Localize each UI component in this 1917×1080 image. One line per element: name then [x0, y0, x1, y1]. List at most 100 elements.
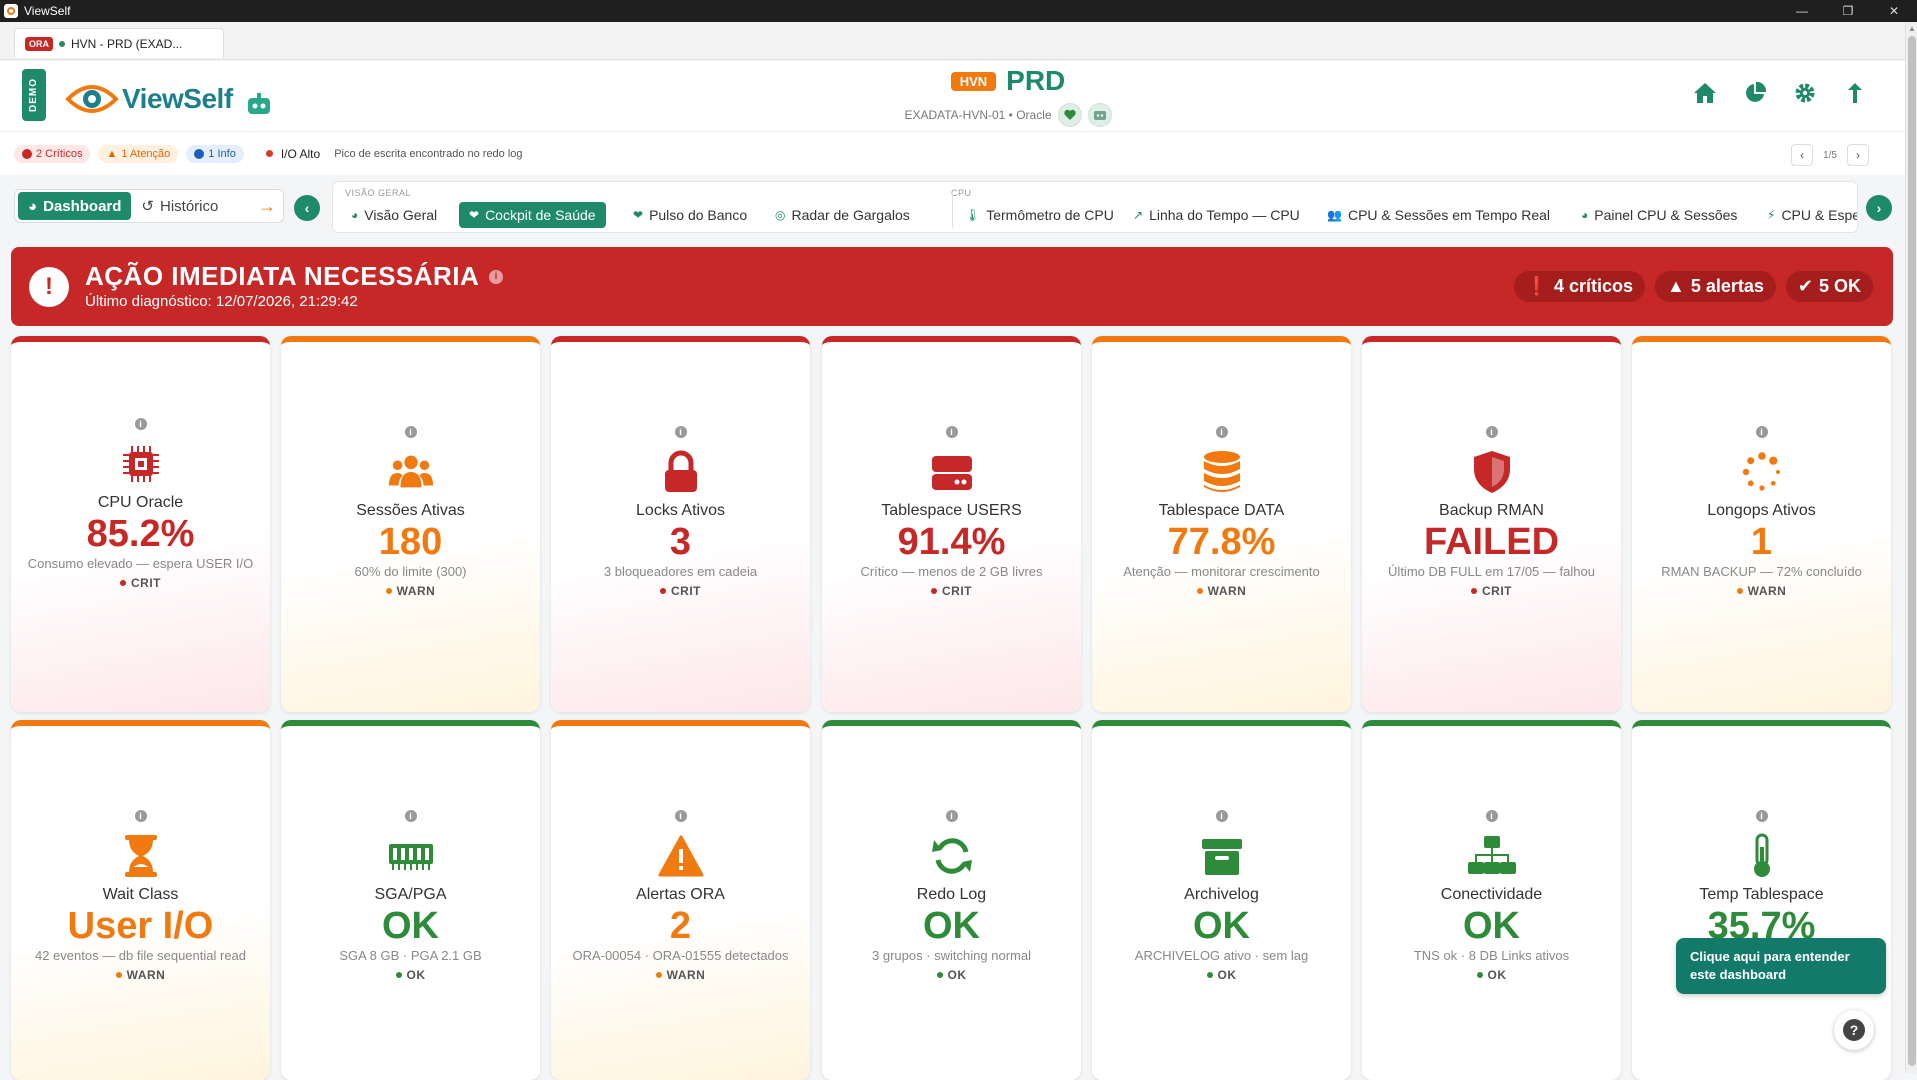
scrollbar-thumb[interactable]: [1908, 36, 1916, 1066]
ok-count-chip[interactable]: ✔ 5 OK: [1785, 271, 1873, 302]
pager-next-button[interactable]: ›: [1847, 144, 1869, 166]
health-card[interactable]: i Conectividade OK TNS ok · 8 DB Links a…: [1362, 720, 1621, 1080]
vertical-scrollbar[interactable]: ▲: [1905, 22, 1917, 1073]
attention-pill[interactable]: ▲ 1 Atenção: [98, 144, 179, 163]
tab-visao-geral[interactable]: ◕ Visão Geral: [341, 202, 447, 228]
app-icon: [4, 4, 18, 18]
home-icon[interactable]: [1691, 79, 1719, 107]
close-button[interactable]: ✕: [1871, 0, 1917, 22]
app-logo[interactable]: ViewSelf: [64, 79, 273, 119]
tab-linha-do-tempo-cpu[interactable]: ↗ Linha do Tempo — CPU: [1123, 202, 1310, 228]
users-icon: [387, 448, 435, 496]
info-icon[interactable]: i: [1215, 810, 1228, 822]
info-pill[interactable]: 1 Info: [186, 144, 244, 163]
info-icon[interactable]: i: [1755, 426, 1768, 438]
card-description: ORA-00054 · ORA-01555 detectados: [572, 948, 789, 963]
arrow-right-icon[interactable]: →: [258, 196, 276, 217]
card-status-label: WARN: [1207, 584, 1247, 598]
pager-prev-button[interactable]: ‹: [1791, 144, 1814, 166]
scroll-up-icon[interactable]: ▲: [1908, 24, 1916, 33]
nav-scroll-right-button[interactable]: ›: [1866, 195, 1892, 221]
alerts-count-chip[interactable]: ▲ 5 alertas: [1655, 271, 1776, 302]
eye-logo-icon: [64, 79, 120, 119]
gear-icon[interactable]: [1791, 79, 1819, 107]
status-dot-icon: [1471, 588, 1477, 594]
info-icon[interactable]: i: [1485, 810, 1498, 822]
status-dot-icon: [660, 588, 666, 594]
history-mode-button[interactable]: ↺ Histórico: [131, 192, 228, 220]
error-icon: [22, 148, 32, 159]
health-card[interactable]: i Backup RMAN FAILED Último DB FULL em 1…: [1362, 336, 1621, 712]
health-card[interactable]: i Alertas ORA 2 ORA-00054 · ORA-01555 de…: [551, 720, 810, 1080]
health-check-icon[interactable]: [1057, 103, 1082, 127]
maximize-button[interactable]: ❐: [1825, 0, 1871, 22]
banner-title-text: AÇÃO IMEDIATA NECESSÁRIA: [85, 261, 480, 291]
info-icon[interactable]: i: [134, 418, 147, 430]
dashboard-mode-button[interactable]: ◕ Dashboard: [18, 192, 132, 220]
tab-termometro-de-cpu[interactable]: 🌡 Termômetro de CPU: [955, 202, 1124, 228]
pie-chart-icon[interactable]: [1741, 79, 1769, 107]
card-status-label: WARN: [396, 584, 436, 598]
tab-icon: 👥: [1327, 208, 1342, 222]
info-icon[interactable]: i: [489, 269, 504, 284]
help-tooltip[interactable]: Clique aqui para entender este dashboard: [1676, 938, 1886, 994]
info-icon[interactable]: i: [945, 810, 958, 822]
health-card[interactable]: i Tablespace DATA 77.8% Atenção — monito…: [1092, 336, 1351, 712]
tab-cpu-espera[interactable]: ⚡ CPU & Espe: [1757, 202, 1857, 228]
health-card[interactable]: i Archivelog OK ARCHIVELOG ativo · sem l…: [1092, 720, 1351, 1080]
card-status: WARN: [551, 968, 810, 982]
health-card[interactable]: i Tablespace USERS 91.4% Crítico — menos…: [822, 336, 1081, 712]
info-icon: [194, 148, 205, 159]
health-card[interactable]: i CPU Oracle 85.2% Consumo elevado — esp…: [11, 336, 270, 712]
card-title: SGA/PGA: [374, 886, 447, 903]
info-icon[interactable]: i: [404, 426, 417, 438]
info-icon[interactable]: i: [945, 426, 958, 438]
health-card[interactable]: i Redo Log OK 3 grupos · switching norma…: [822, 720, 1081, 1080]
assistant-bot-icon[interactable]: [1087, 103, 1112, 127]
nav-scroll-left-button[interactable]: ‹: [294, 195, 320, 221]
pie-icon: ◕: [28, 197, 38, 215]
info-icon[interactable]: i: [404, 810, 417, 822]
card-status: WARN: [281, 584, 540, 598]
info-icon[interactable]: i: [1215, 426, 1228, 438]
tab-pulso-do-banco[interactable]: ❤ Pulso do Banco: [623, 202, 757, 228]
tab-radar-de-gargalos[interactable]: ◎ Radar de Gargalos: [765, 202, 920, 228]
tab-cpu-sessoes-tempo-real[interactable]: 👥 CPU & Sessões em Tempo Real: [1317, 202, 1560, 228]
card-title: Tablespace USERS: [881, 502, 1022, 519]
tab-label: Pulso do Banco: [649, 207, 748, 223]
card-status: WARN: [11, 968, 270, 982]
info-icon[interactable]: i: [134, 810, 147, 822]
group-label-cpu: CPU: [951, 188, 972, 198]
card-status-label: CRIT: [942, 584, 972, 598]
upload-icon[interactable]: [1841, 79, 1869, 107]
warning-icon: ▲: [106, 147, 118, 160]
card-description: RMAN BACKUP — 72% concluído: [1661, 564, 1862, 579]
warning-icon: [657, 832, 705, 880]
ok-count-text: 5 OK: [1818, 276, 1861, 296]
health-card[interactable]: i Locks Ativos 3 3 bloqueadores em cadei…: [551, 336, 810, 712]
memory-icon: [387, 832, 435, 880]
tab-cockpit-de-saude[interactable]: ❤ Cockpit de Saúde: [459, 202, 606, 228]
connection-tab[interactable]: ORA HVN - PRD (EXAD...: [14, 28, 224, 58]
health-card[interactable]: i SGA/PGA OK SGA 8 GB · PGA 2.1 GB OK: [281, 720, 540, 1080]
window-title: ViewSelf: [24, 4, 71, 18]
critical-pill[interactable]: 2 Críticos: [14, 144, 91, 163]
info-icon[interactable]: i: [674, 810, 687, 822]
help-button[interactable]: ?: [1834, 1010, 1874, 1050]
health-card[interactable]: i Wait Class User I/O 42 eventos — db fi…: [11, 720, 270, 1080]
minimize-button[interactable]: —: [1779, 0, 1825, 22]
tab-painel-cpu-sessoes[interactable]: ◕ Painel CPU & Sessões: [1571, 202, 1747, 228]
robot-icon[interactable]: [245, 92, 273, 116]
status-dot-icon: [385, 588, 392, 594]
info-icon[interactable]: i: [1755, 810, 1768, 822]
info-icon[interactable]: i: [674, 426, 687, 438]
group-label-overview: VISÃO GERAL: [345, 188, 412, 198]
info-icon[interactable]: i: [1485, 426, 1498, 438]
card-value: User I/O: [67, 905, 214, 947]
card-title: Archivelog: [1184, 886, 1259, 903]
health-card[interactable]: i Sessões Ativas 180 60% do limite (300)…: [281, 336, 540, 712]
health-card[interactable]: i Longops Ativos 1 RMAN BACKUP — 72% con…: [1632, 336, 1891, 712]
hourglass-icon: [117, 832, 165, 880]
card-status-label: OK: [1487, 968, 1507, 982]
critical-count-chip[interactable]: ❗ 4 críticos: [1513, 271, 1645, 302]
